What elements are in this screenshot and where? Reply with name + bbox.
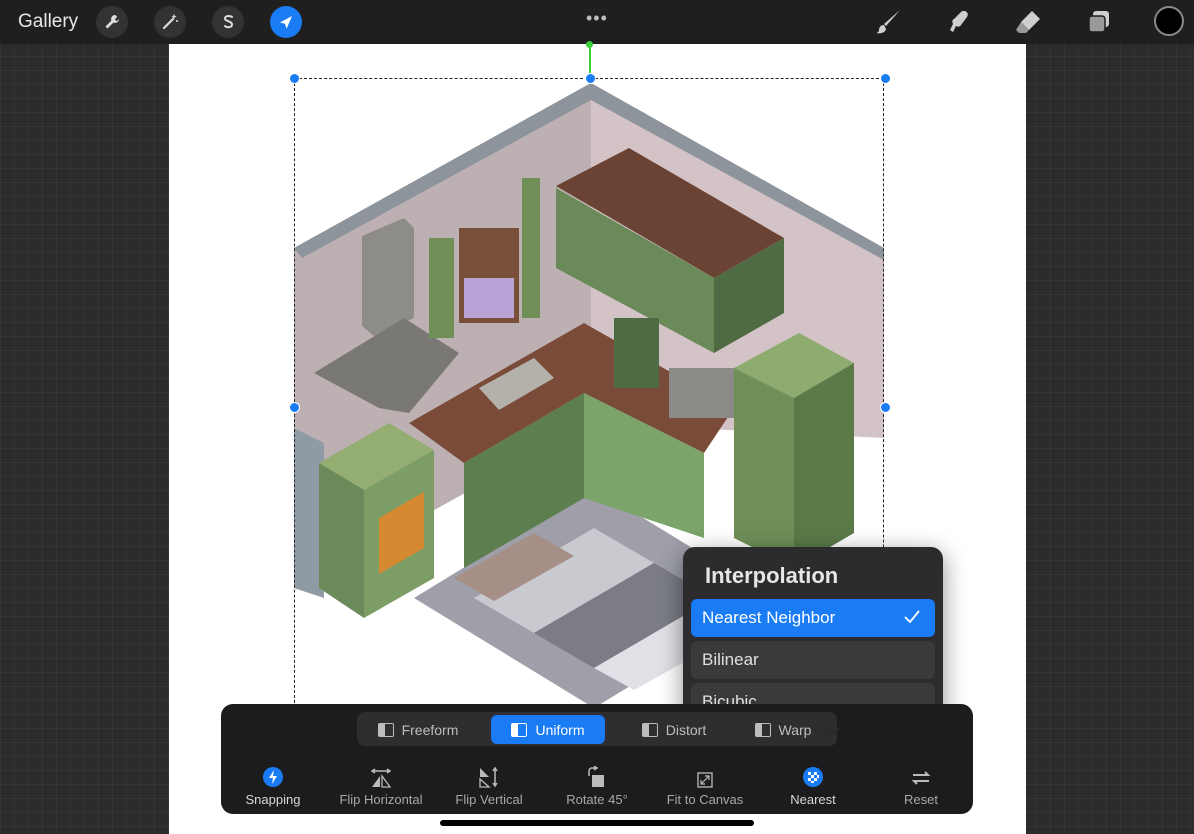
lightning-icon (262, 766, 284, 788)
resize-handle-middle-right[interactable] (880, 402, 891, 413)
flip-horizontal-icon (370, 768, 392, 788)
action-label: Rotate 45° (543, 792, 651, 807)
fit-canvas-icon (697, 772, 713, 788)
interpolation-popover: Interpolation Nearest Neighbor Bilinear … (683, 547, 943, 727)
transform-toolbar: Freeform Uniform Distort Warp Snapping F… (221, 704, 973, 814)
resize-handle-top-center[interactable] (585, 73, 596, 84)
mode-label: Warp (779, 722, 812, 738)
popover-title: Interpolation (705, 563, 838, 589)
option-nearest-neighbor[interactable]: Nearest Neighbor (691, 599, 935, 637)
reset-button[interactable]: Reset (867, 762, 975, 807)
color-picker-button[interactable] (1154, 6, 1184, 36)
distort-icon (642, 723, 658, 737)
eraser-icon[interactable] (1012, 6, 1046, 38)
popover-pointer (812, 728, 840, 742)
uniform-icon (511, 723, 527, 737)
action-label: Flip Vertical (435, 792, 543, 807)
wrench-icon[interactable] (96, 6, 128, 38)
flip-horizontal-button[interactable]: Flip Horizontal (327, 762, 435, 807)
transform-mode-segmented-control: Freeform Uniform Distort Warp (357, 712, 837, 746)
option-bilinear[interactable]: Bilinear (691, 641, 935, 679)
transform-arrow-icon[interactable] (270, 6, 302, 38)
resize-handle-middle-left[interactable] (289, 402, 300, 413)
mode-distort[interactable]: Distort (617, 715, 731, 744)
rotation-handle[interactable] (586, 41, 593, 48)
snapping-button[interactable]: Snapping (219, 762, 327, 807)
home-indicator[interactable] (440, 820, 754, 826)
fit-to-canvas-button[interactable]: Fit to Canvas (651, 762, 759, 807)
checker-icon (802, 766, 824, 788)
transform-actions: Snapping Flip Horizontal Flip Vertical R… (221, 762, 973, 812)
top-toolbar: Gallery ••• (0, 0, 1194, 44)
mode-label: Freeform (402, 722, 459, 738)
action-label: Nearest (759, 792, 867, 807)
resize-handle-top-left[interactable] (289, 73, 300, 84)
more-menu-button[interactable]: ••• (586, 8, 608, 29)
rotate-icon (586, 766, 608, 788)
mode-label: Uniform (535, 722, 584, 738)
selection-s-icon[interactable] (212, 6, 244, 38)
action-label: Snapping (219, 792, 327, 807)
option-label: Nearest Neighbor (702, 608, 835, 628)
freeform-icon (378, 723, 394, 737)
mode-freeform[interactable]: Freeform (361, 715, 475, 744)
checkmark-icon (903, 608, 921, 626)
action-label: Reset (867, 792, 975, 807)
mode-label: Distort (666, 722, 706, 738)
rotate-45-button[interactable]: Rotate 45° (543, 762, 651, 807)
warp-icon (755, 723, 771, 737)
layers-icon[interactable] (1082, 6, 1116, 38)
action-label: Fit to Canvas (651, 792, 759, 807)
gallery-button[interactable]: Gallery (18, 11, 78, 33)
mode-uniform[interactable]: Uniform (491, 715, 605, 744)
action-label: Flip Horizontal (327, 792, 435, 807)
option-label: Bilinear (702, 650, 759, 670)
reset-icon (910, 768, 932, 788)
resize-handle-top-right[interactable] (880, 73, 891, 84)
nearest-interpolation-button[interactable]: Nearest (759, 762, 867, 807)
magic-wand-icon[interactable] (154, 6, 186, 38)
flip-vertical-icon (478, 766, 500, 788)
brush-icon[interactable] (872, 6, 906, 38)
flip-vertical-button[interactable]: Flip Vertical (435, 762, 543, 807)
smudge-icon[interactable] (942, 6, 976, 38)
